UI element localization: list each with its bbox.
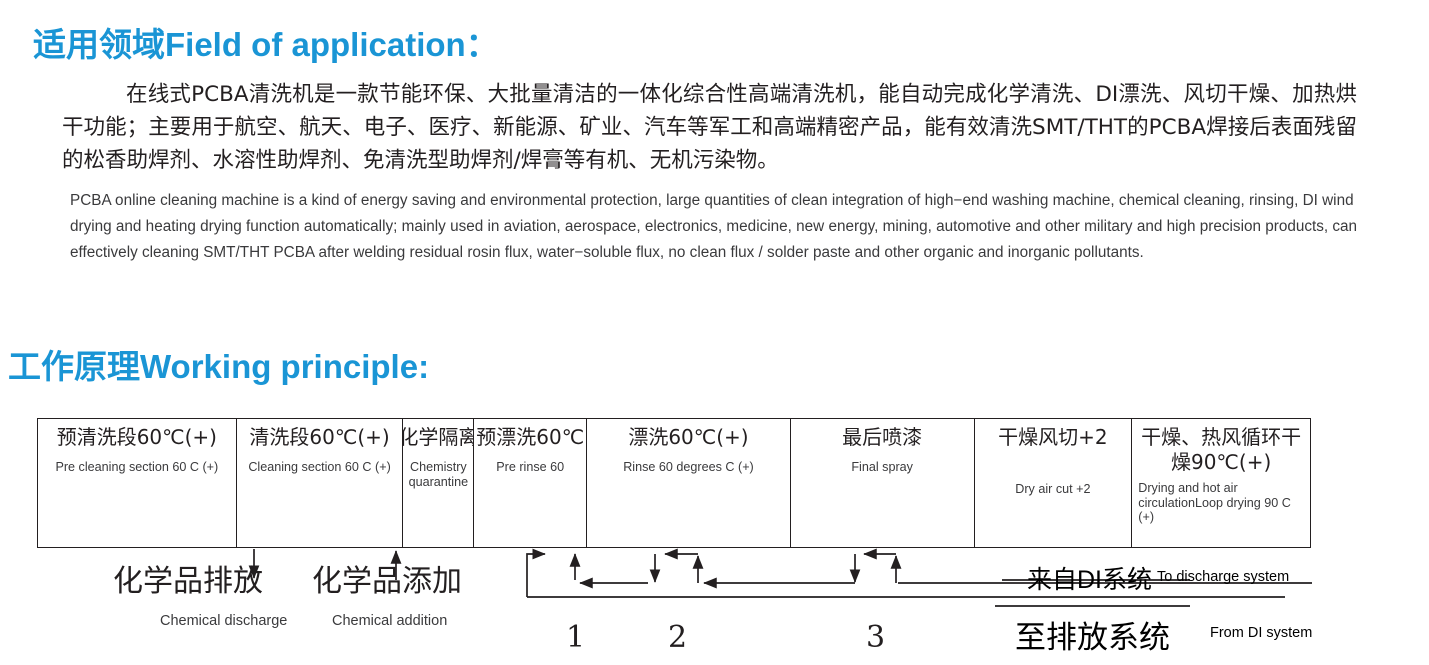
diagram-step-number-2: 2	[668, 620, 688, 655]
stage-label-cn: 预清洗段60℃(+)	[56, 425, 217, 449]
process-stage-cell-cleaning: 清洗段60℃(+) Cleaning section 60 C (+)	[237, 419, 404, 547]
stage-label-cn: 预漂洗60℃	[476, 425, 585, 449]
stage-label-cn: 干燥、热风循环干燥90℃(+)	[1141, 425, 1302, 474]
field-of-application-english-paragraph: PCBA online cleaning machine is a kind o…	[70, 192, 1358, 261]
stage-label-en: Rinse 60 degrees C (+)	[623, 460, 754, 474]
stage-label-cn: 化学隔离	[403, 425, 473, 449]
process-stage-cell-pre-cleaning: 预清洗段60℃(+) Pre cleaning section 60 C (+)	[38, 419, 237, 547]
stage-label-cn: 清洗段60℃(+)	[249, 425, 390, 449]
diagram-step-number-1: 1	[566, 620, 586, 655]
stage-label-en: Dry air cut +2	[1015, 482, 1091, 496]
process-stage-cell-final-spray: 最后喷漆 Final spray	[791, 419, 975, 547]
label-from-di-system-cn: 来自DI系统	[1027, 566, 1153, 594]
process-stage-cell-chemistry-quarantine: 化学隔离 Chemistry quarantine	[403, 419, 475, 547]
label-to-discharge-system-en: To discharge system	[1157, 569, 1290, 585]
stage-label-en: Pre rinse 60	[496, 460, 565, 474]
stage-label-cn: 最后喷漆	[842, 425, 923, 449]
label-chemical-discharge-en: Chemical discharge	[160, 613, 288, 629]
field-of-application-chinese-paragraph: 在线式PCBA清洗机是一款节能环保、大批量清洁的一体化综合性高端清洗机，能自动完…	[62, 82, 1357, 173]
label-chemical-discharge-cn: 化学品排放	[113, 564, 263, 599]
label-from-di-system-en: From DI system	[1210, 625, 1313, 641]
process-stage-cell-drying-hot-air: 干燥、热风循环干燥90℃(+) Drying and hot air circu…	[1132, 419, 1310, 547]
stage-label-cn: 漂洗60℃(+)	[628, 425, 749, 449]
page-title-working-principle: 工作原理Working principle:	[8, 348, 430, 385]
stage-label-en: Chemistry quarantine	[408, 460, 469, 489]
page-title-field-of-application: 适用领域Field of application：	[33, 26, 499, 63]
stage-label-en: Final spray	[851, 460, 913, 474]
label-to-discharge-system-cn: 至排放系统	[1015, 620, 1170, 655]
stage-label-en: Cleaning section 60 C (+)	[248, 460, 391, 474]
process-stage-cell-dry-air-cut: 干燥风切+2 Dry air cut +2	[975, 419, 1133, 547]
arrow-loop-1-return	[526, 548, 546, 597]
process-stage-cell-rinse: 漂洗60℃(+) Rinse 60 degrees C (+)	[587, 419, 791, 547]
stage-label-en: Drying and hot air circulationLoop dryin…	[1138, 481, 1291, 524]
label-chemical-addition-en: Chemical addition	[332, 613, 448, 629]
stage-label-cn: 干燥风切+2	[998, 425, 1108, 449]
process-stage-cell-pre-rinse: 预漂洗60℃ Pre rinse 60	[474, 419, 588, 547]
page-root: 适用领域Field of application： 在线式PCBA清洗机是一款节…	[0, 0, 1429, 665]
diagram-step-number-3: 3	[866, 620, 886, 655]
label-chemical-addition-cn: 化学品添加	[312, 564, 462, 599]
stage-label-en: Pre cleaning section 60 C (+)	[55, 460, 219, 474]
process-stage-table: 预清洗段60℃(+) Pre cleaning section 60 C (+)…	[37, 418, 1311, 548]
